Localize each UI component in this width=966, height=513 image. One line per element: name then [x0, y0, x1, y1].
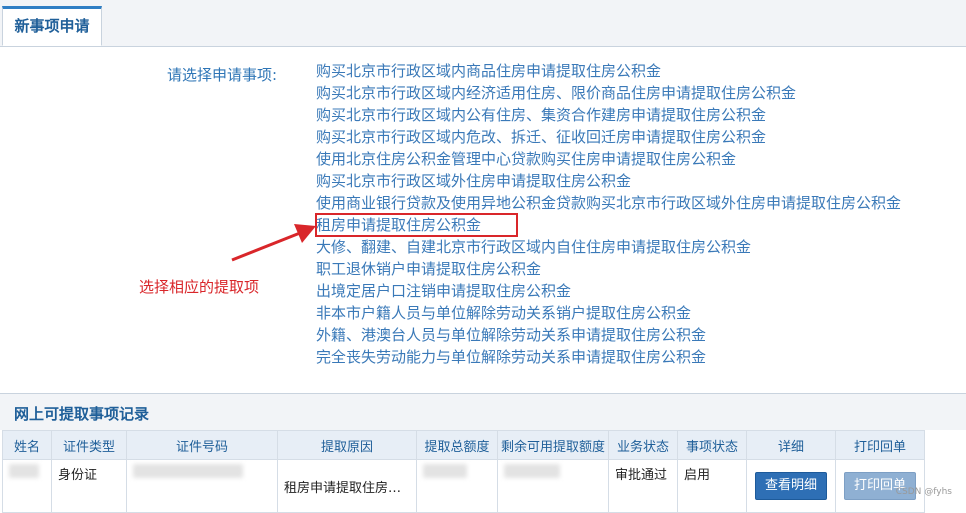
- cell-remaining-redacted: [497, 459, 609, 513]
- option-item[interactable]: 使用商业银行贷款及使用异地公积金贷款购买北京市行政区域外住房申请提取住房公积金: [316, 192, 901, 214]
- select-item-prompt: 请选择申请事项:: [167, 66, 278, 84]
- option-item[interactable]: 大修、翻建、自建北京市行政区域内自住住房申请提取住房公积金: [316, 236, 901, 258]
- cell-id-number-redacted: [126, 459, 278, 513]
- option-item[interactable]: 职工退休销户申请提取住房公积金: [316, 258, 901, 280]
- col-id-number: 证件号码: [126, 430, 278, 460]
- option-item[interactable]: 购买北京市行政区域内危改、拆迁、征收回迁房申请提取住房公积金: [316, 126, 901, 148]
- col-id-type: 证件类型: [51, 430, 127, 460]
- cell-name-redacted: [2, 459, 52, 513]
- cell-id-type: 身份证: [51, 459, 127, 513]
- option-item[interactable]: 非本市户籍人员与单位解除劳动关系销户提取住房公积金: [316, 302, 901, 324]
- tab-bar: 新事项申请: [0, 0, 966, 47]
- cell-reason: 租房申请提取住房公…: [277, 459, 417, 513]
- cell-detail: 查看明细: [746, 459, 836, 513]
- option-item[interactable]: 购买北京市行政区域内商品住房申请提取住房公积金: [316, 60, 901, 82]
- option-item[interactable]: 购买北京市行政区域内公有住房、集资合作建房申请提取住房公积金: [316, 104, 901, 126]
- col-biz-status: 业务状态: [608, 430, 678, 460]
- col-detail: 详细: [746, 430, 836, 460]
- option-item[interactable]: 购买北京市行政区域内经济适用住房、限价商品住房申请提取住房公积金: [316, 82, 901, 104]
- annotation-label: 选择相应的提取项: [139, 278, 260, 296]
- option-item[interactable]: 出境定居户口注销申请提取住房公积金: [316, 280, 901, 302]
- records-title: 网上可提取事项记录: [14, 405, 150, 423]
- option-item[interactable]: 购买北京市行政区域外住房申请提取住房公积金: [316, 170, 901, 192]
- view-detail-button[interactable]: 查看明细: [754, 472, 827, 500]
- col-print: 打印回单: [835, 430, 925, 460]
- cell-biz-status: 审批通过: [608, 459, 678, 513]
- cell-print: 打印回单: [835, 459, 925, 513]
- application-item-list: 购买北京市行政区域内商品住房申请提取住房公积金 购买北京市行政区域内经济适用住房…: [315, 60, 901, 368]
- col-name: 姓名: [2, 430, 52, 460]
- option-item-rental-highlighted[interactable]: 租房申请提取住房公积金: [315, 213, 518, 237]
- watermark: CSDN @fyhs: [895, 487, 952, 497]
- cell-total-redacted: [416, 459, 498, 513]
- tab-new-application[interactable]: 新事项申请: [2, 6, 102, 46]
- records-section-header: 网上可提取事项记录: [0, 393, 966, 430]
- option-item[interactable]: 使用北京住房公积金管理中心贷款购买住房申请提取住房公积金: [316, 148, 901, 170]
- cell-item-status: 启用: [677, 459, 747, 513]
- table-header-row: 姓名 证件类型 证件号码 提取原因 提取总额度 剩余可用提取额度 业务状态 事项…: [2, 430, 925, 460]
- col-item-status: 事项状态: [677, 430, 747, 460]
- records-table: 姓名 证件类型 证件号码 提取原因 提取总额度 剩余可用提取额度 业务状态 事项…: [2, 430, 925, 513]
- option-item[interactable]: 外籍、港澳台人员与单位解除劳动关系申请提取住房公积金: [316, 324, 901, 346]
- col-reason: 提取原因: [277, 430, 417, 460]
- col-remaining-amount: 剩余可用提取额度: [497, 430, 609, 460]
- option-item[interactable]: 完全丧失劳动能力与单位解除劳动关系申请提取住房公积金: [316, 346, 901, 368]
- col-total-amount: 提取总额度: [416, 430, 498, 460]
- table-row: 身份证 租房申请提取住房公… 审批通过 启用 查看明细 打印回单: [2, 459, 925, 513]
